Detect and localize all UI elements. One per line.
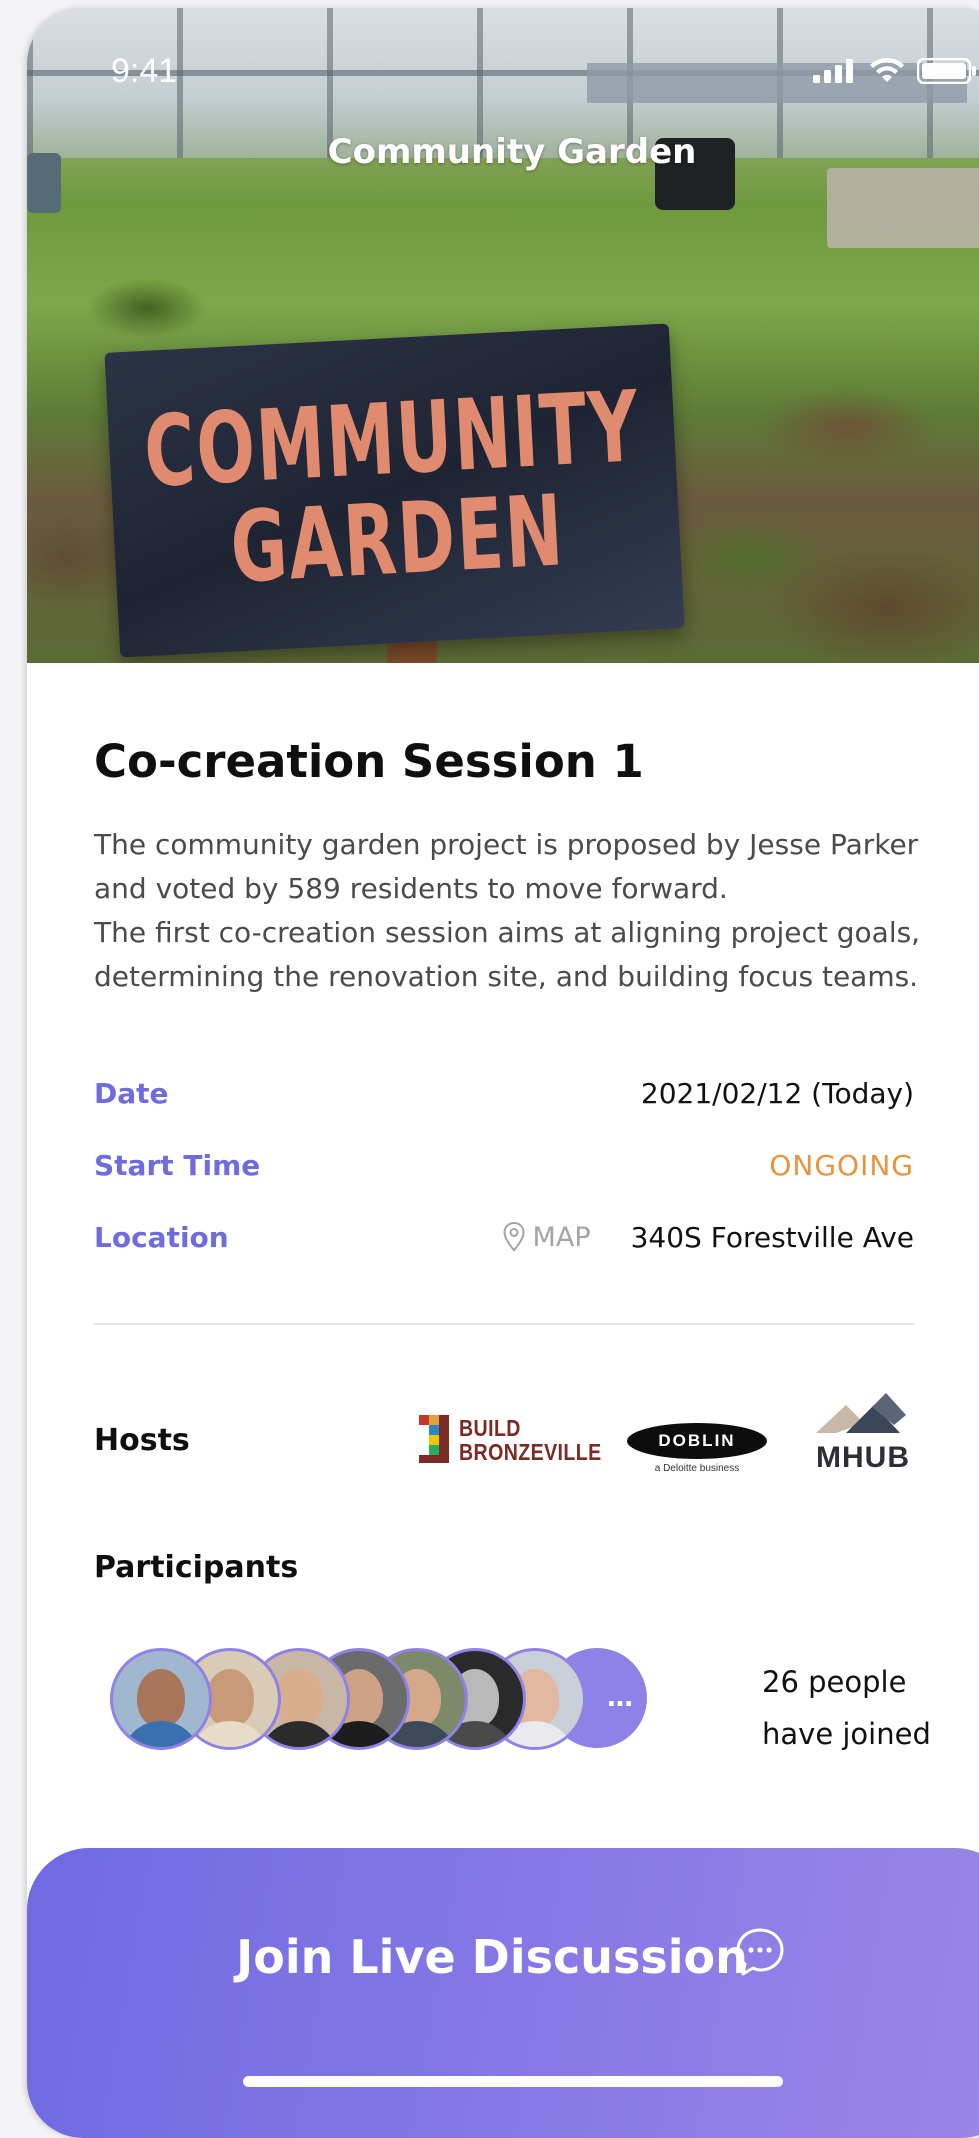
participant-count-line-1: 26 people bbox=[762, 1665, 907, 1699]
participant-avatars[interactable]: … bbox=[94, 1648, 654, 1752]
mhub-wordmark: MHUB bbox=[816, 1441, 910, 1474]
build-bronzeville-logo[interactable]: BUILD BRONZEVILLE bbox=[419, 1415, 627, 1465]
phone-screen: COMMUNITY GARDEN 9:41 Community Garden C… bbox=[27, 8, 979, 2138]
join-live-discussion-button[interactable]: Join Live Discussion bbox=[27, 1848, 979, 2138]
session-description: The community garden project is proposed… bbox=[94, 823, 944, 999]
map-link[interactable]: MAP bbox=[503, 1222, 591, 1253]
location-row: Location MAP 340S Forestville Ave bbox=[94, 1212, 914, 1262]
map-pin-icon bbox=[503, 1222, 525, 1252]
join-live-discussion-label: Join Live Discussion bbox=[236, 1930, 748, 1984]
page-title: Community Garden bbox=[327, 132, 697, 172]
build-bronzeville-mark-icon bbox=[419, 1415, 449, 1463]
avatar[interactable] bbox=[110, 1648, 212, 1750]
battery-icon bbox=[917, 58, 976, 84]
participant-count-line-2: have joined bbox=[762, 1717, 931, 1751]
hosts-label: Hosts bbox=[94, 1423, 190, 1458]
community-garden-sign: COMMUNITY GARDEN bbox=[104, 323, 685, 658]
start-time-row: Start Time ONGOING bbox=[94, 1140, 914, 1190]
hero-image: COMMUNITY GARDEN 9:41 Community Garden bbox=[27, 8, 979, 663]
sign-line-2: GARDEN bbox=[227, 473, 567, 606]
divider bbox=[94, 1323, 914, 1325]
participant-count: 26 people have joined bbox=[762, 1656, 962, 1760]
doblin-logo[interactable]: DOBLIN bbox=[627, 1423, 767, 1459]
status-time: 9:41 bbox=[111, 52, 178, 90]
home-indicator[interactable] bbox=[243, 2076, 783, 2087]
participants-row: … 26 people have joined bbox=[94, 1648, 944, 1758]
date-label: Date bbox=[94, 1076, 169, 1110]
location-address: 340S Forestville Ave bbox=[630, 1220, 914, 1254]
wifi-icon bbox=[870, 58, 904, 82]
start-time-status: ONGOING bbox=[769, 1148, 914, 1182]
signal-icon bbox=[813, 59, 853, 83]
session-title: Co-creation Session 1 bbox=[94, 735, 644, 788]
date-row: Date 2021/02/12 (Today) bbox=[94, 1068, 914, 1118]
build-bronzeville-wordmark: BUILD BRONZEVILLE bbox=[459, 1415, 602, 1465]
start-time-label: Start Time bbox=[94, 1148, 261, 1182]
date-value: 2021/02/12 (Today) bbox=[640, 1076, 914, 1110]
description-paragraph-2: The first co-creation session aims at al… bbox=[94, 916, 921, 993]
doblin-tagline: a Deloitte business bbox=[654, 1463, 740, 1474]
location-label: Location bbox=[94, 1220, 229, 1254]
mhub-mark-icon bbox=[816, 1393, 906, 1433]
participants-label: Participants bbox=[94, 1550, 299, 1585]
chat-bubble-icon bbox=[736, 1928, 784, 1976]
map-link-label: MAP bbox=[532, 1221, 591, 1253]
status-bar: 9:41 bbox=[27, 8, 979, 128]
description-paragraph-1: The community garden project is proposed… bbox=[94, 828, 919, 905]
mhub-logo[interactable]: MHUB bbox=[816, 1393, 916, 1477]
status-icons bbox=[813, 58, 977, 84]
hosts-logos: BUILD BRONZEVILLE DOBLIN a Deloitte busi… bbox=[419, 1393, 909, 1493]
